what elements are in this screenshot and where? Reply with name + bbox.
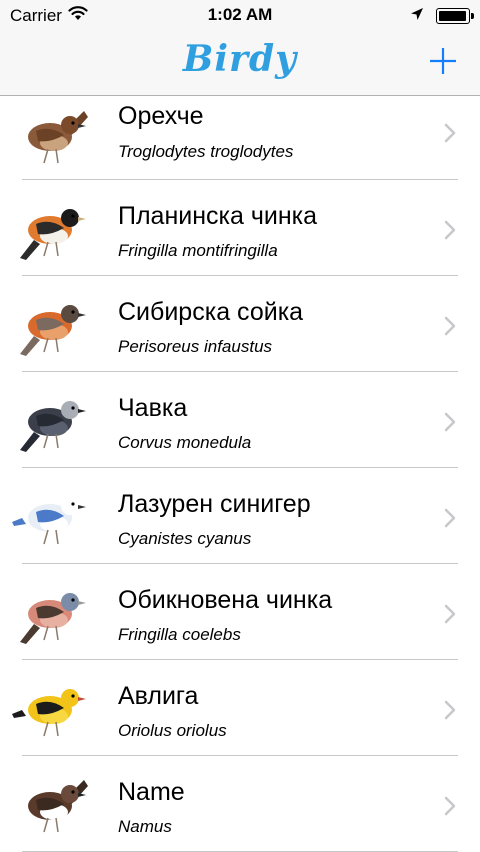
status-right bbox=[410, 6, 474, 26]
bird-latin-name: Namus bbox=[118, 817, 172, 836]
bird-row[interactable]: Name Namus bbox=[0, 756, 480, 852]
navigation-bar: Birdy bbox=[0, 32, 480, 96]
bird-row[interactable]: Обикновена чинка Fringilla coelebs bbox=[0, 564, 480, 660]
bird-latin-name: Fringilla montifringilla bbox=[118, 241, 278, 260]
chevron-right-icon bbox=[444, 700, 456, 720]
chevron-right-icon bbox=[444, 508, 456, 528]
bird-name: Планинска чинка bbox=[118, 202, 318, 230]
chevron-right-icon bbox=[444, 123, 456, 143]
bird-row[interactable]: Чавка Corvus monedula bbox=[0, 372, 480, 468]
bird-row[interactable]: Планинска чинка Fringilla montifringilla bbox=[0, 180, 480, 276]
chevron-right-icon bbox=[444, 604, 456, 624]
bird-name: Сибирска сойка bbox=[118, 298, 304, 326]
jackdaw-image bbox=[10, 384, 92, 456]
bird-row[interactable]: Сибирска сойка Perisoreus infaustus bbox=[0, 276, 480, 372]
bird-latin-name: Perisoreus infaustus bbox=[118, 337, 273, 356]
bird-latin-name: Fringilla coelebs bbox=[118, 625, 241, 644]
chaffinch-image bbox=[10, 576, 92, 648]
chevron-right-icon bbox=[444, 796, 456, 816]
bird-row[interactable]: Авлига Oriolus oriolus bbox=[0, 660, 480, 756]
status-bar: Carrier 1:02 AM bbox=[0, 0, 480, 32]
chevron-right-icon bbox=[444, 316, 456, 336]
bird-name: Name bbox=[118, 778, 185, 806]
bird-row[interactable]: Лазурен синигер Cyanistes cyanus bbox=[0, 468, 480, 564]
bird-list: Орехче Troglodytes troglodytes Планинска… bbox=[0, 97, 480, 852]
bird-name: Авлига bbox=[118, 682, 199, 710]
status-time: 1:02 AM bbox=[207, 5, 273, 24]
bird-latin-name: Cyanistes cyanus bbox=[118, 529, 252, 548]
bird-name: Обикновена чинка bbox=[118, 586, 333, 614]
oriole-image bbox=[10, 672, 92, 744]
plus-icon bbox=[430, 48, 456, 74]
battery-level bbox=[439, 11, 466, 21]
dipper-image bbox=[10, 768, 92, 840]
siberian-jay-image bbox=[10, 288, 92, 360]
add-button[interactable] bbox=[428, 46, 458, 76]
location-arrow-icon bbox=[410, 6, 424, 26]
chevron-right-icon bbox=[444, 220, 456, 240]
bird-row[interactable]: Орехче Troglodytes troglodytes bbox=[0, 97, 480, 180]
bird-latin-name: Troglodytes troglodytes bbox=[118, 142, 294, 161]
azure-tit-image bbox=[10, 480, 92, 552]
bird-name: Чавка bbox=[118, 394, 188, 422]
bird-name: Орехче bbox=[118, 102, 204, 130]
bird-name: Лазурен синигер bbox=[118, 490, 311, 518]
bird-latin-name: Oriolus oriolus bbox=[118, 721, 227, 740]
bird-latin-name: Corvus monedula bbox=[118, 433, 252, 452]
wren-image bbox=[10, 99, 92, 171]
chevron-right-icon bbox=[444, 412, 456, 432]
brambling-image bbox=[10, 192, 92, 264]
app-title: Birdy bbox=[182, 38, 298, 80]
battery-icon bbox=[436, 8, 474, 24]
